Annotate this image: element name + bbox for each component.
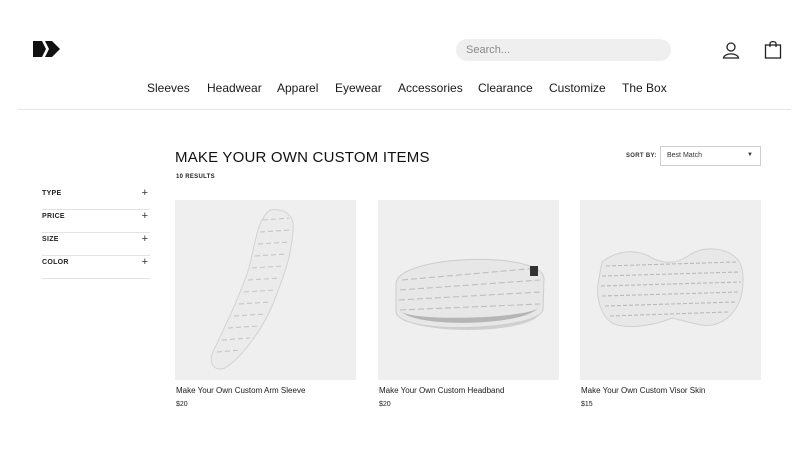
nav-item-clearance[interactable]: Clearance (478, 81, 533, 95)
sort-label: SORT BY: (626, 153, 657, 159)
filter-size[interactable]: SIZE + (42, 233, 150, 256)
header-divider (18, 109, 791, 110)
search-input[interactable] (456, 39, 671, 61)
sort-value: Best Match (667, 152, 703, 159)
nav-item-headwear[interactable]: Headwear (207, 81, 262, 95)
sort-select[interactable]: Best Match ▼ (660, 146, 761, 166)
page-title: MAKE YOUR OWN CUSTOM ITEMS (175, 149, 430, 166)
nav-item-customize[interactable]: Customize (549, 81, 606, 95)
filter-type[interactable]: TYPE + (42, 187, 150, 210)
product-name[interactable]: Make Your Own Custom Headband (379, 386, 504, 395)
filter-color[interactable]: COLOR + (42, 256, 150, 279)
product-name[interactable]: Make Your Own Custom Arm Sleeve (176, 386, 305, 395)
arm-sleeve-image (210, 209, 294, 370)
filter-label: COLOR (42, 259, 69, 266)
nav-item-the-box[interactable]: The Box (622, 81, 667, 95)
visor-skin-image (597, 248, 744, 327)
brand-logo[interactable] (33, 40, 61, 58)
filter-label: SIZE (42, 236, 59, 243)
product-name[interactable]: Make Your Own Custom Visor Skin (581, 386, 705, 395)
plus-icon[interactable]: + (142, 256, 148, 268)
result-count: 10 RESULTS (176, 174, 215, 180)
product-price: $15 (581, 401, 593, 408)
nav-item-apparel[interactable]: Apparel (277, 81, 318, 95)
nav-item-sleeves[interactable]: Sleeves (147, 81, 190, 95)
plus-icon[interactable]: + (142, 210, 148, 222)
plus-icon[interactable]: + (142, 233, 148, 245)
filter-label: TYPE (42, 190, 62, 197)
plus-icon[interactable]: + (142, 187, 148, 199)
product-price: $20 (379, 401, 391, 408)
filter-price[interactable]: PRICE + (42, 210, 150, 233)
nav-item-eyewear[interactable]: Eyewear (335, 81, 382, 95)
headband-image (395, 258, 545, 330)
nav-item-accessories[interactable]: Accessories (398, 81, 463, 95)
main-nav: Sleeves Headwear Apparel Eyewear Accesso… (0, 81, 809, 97)
product-image[interactable] (175, 200, 356, 380)
shopping-bag-icon[interactable] (764, 40, 782, 59)
product-image[interactable] (378, 200, 559, 380)
filter-label: PRICE (42, 213, 65, 220)
product-image[interactable] (580, 200, 761, 380)
user-icon[interactable] (722, 41, 740, 59)
chevron-down-icon: ▼ (747, 152, 753, 158)
product-price: $20 (176, 401, 188, 408)
